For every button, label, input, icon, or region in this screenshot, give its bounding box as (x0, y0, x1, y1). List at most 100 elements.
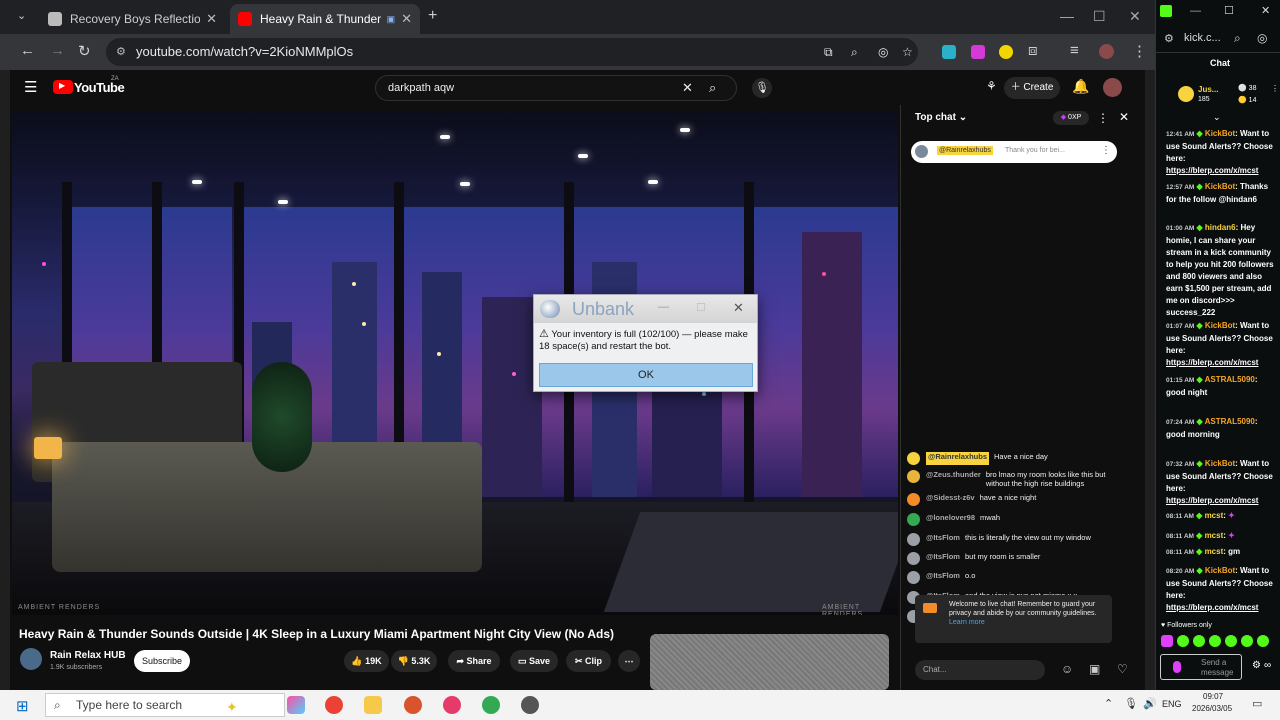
pinned-message[interactable]: @Rainrelaxhubs Thank you for bei... ⋮ (911, 141, 1117, 163)
reload-icon[interactable]: ↻ (78, 42, 91, 60)
message-link[interactable]: https://blerp.com/x/mcst (1166, 496, 1258, 505)
top-chat-dropdown[interactable]: Top chat ⌄ (915, 112, 967, 123)
kick-chat-message[interactable]: 08:11 AM ◆ mcst: ✦ (1166, 510, 1278, 523)
kick-url[interactable]: kick.c... (1184, 32, 1221, 44)
close-dialog-icon[interactable]: ✕ (733, 300, 744, 316)
kick-chat-message[interactable]: 01:07 AM ◆ KickBot: Want to use Sound Al… (1166, 320, 1278, 369)
message-username[interactable]: KickBot (1205, 129, 1235, 138)
tab-heavy-rain[interactable]: Heavy Rain & Thunder Sou ▣ ✕ (230, 4, 420, 34)
emote-icon[interactable] (1257, 635, 1269, 647)
xp-badge[interactable]: ◆ 0XP (1053, 111, 1089, 125)
chat-input[interactable]: Chat... (915, 660, 1045, 680)
message-username[interactable]: KickBot (1205, 321, 1235, 330)
kick-chat-message[interactable]: 07:32 AM ◆ KickBot: Want to use Sound Al… (1166, 458, 1278, 507)
kick-chat-message[interactable]: 07:24 AM ◆ ASTRAL5090: good morning (1166, 416, 1278, 441)
close-window-icon[interactable]: ✕ (1129, 8, 1141, 25)
tray-expand-icon[interactable]: ⌃ (1104, 697, 1113, 710)
minimize-icon[interactable]: — (1190, 5, 1201, 17)
chat-author[interactable]: @ItsFlom (926, 571, 960, 584)
avatar[interactable] (907, 571, 920, 584)
message-username[interactable]: mcst (1205, 531, 1224, 540)
learn-more-link[interactable]: Learn more (949, 619, 985, 626)
tab-recovery-boys[interactable]: Recovery Boys Reflection ✕ (40, 4, 225, 34)
message-username[interactable]: ASTRAL5090 (1205, 417, 1255, 426)
chat-author[interactable]: @lonelover98 (926, 513, 975, 526)
emote-bar[interactable] (1161, 635, 1275, 647)
eye-off-icon[interactable]: ◎ (1257, 31, 1267, 45)
emote-icon[interactable] (1241, 635, 1253, 647)
related-video-thumbnail[interactable] (650, 634, 889, 690)
chat-message[interactable]: @Zeus.thunder bro lmao my room looks like… (907, 470, 1122, 488)
clock-time[interactable]: 09:07 (1203, 692, 1223, 701)
dislike-button[interactable]: 👎 5.3K (391, 650, 437, 672)
bookmark-star-icon[interactable]: ☆ (902, 38, 913, 66)
clear-search-icon[interactable]: ✕ (682, 76, 693, 100)
media-icon[interactable]: ≡ (1070, 42, 1079, 59)
maximize-icon[interactable]: ☐ (696, 301, 706, 314)
account-avatar[interactable] (1103, 78, 1122, 97)
kick-chat-message[interactable]: 01:00 AM ◆ hindan6: Hey homie, I can sha… (1166, 222, 1278, 319)
channel-name[interactable]: Rain Relax HUB (50, 650, 126, 661)
avatar[interactable] (907, 493, 920, 506)
pinned-user[interactable]: Jus... (1198, 85, 1218, 94)
close-chat-icon[interactable]: ✕ (1119, 110, 1129, 124)
chat-message[interactable]: @Sidesst-z6v have a nice night (907, 493, 1122, 506)
file-explorer-icon[interactable] (364, 696, 382, 714)
kick-chat-message[interactable]: 08:11 AM ◆ mcst: gm (1166, 546, 1278, 559)
close-tab-icon[interactable]: ✕ (206, 11, 217, 27)
emoji-icon[interactable]: ∞ (1264, 660, 1271, 671)
search-input[interactable]: darkpath aqw ✕ ⌕ (375, 75, 737, 101)
emote-icon[interactable] (1225, 635, 1237, 647)
search-icon[interactable]: ⌕ (709, 76, 716, 100)
extension-3-icon[interactable] (999, 45, 1013, 59)
chat-author[interactable]: @ItsFlom (926, 552, 960, 565)
youtube-logo-text[interactable]: YouTube (74, 80, 125, 95)
app-icon[interactable] (443, 696, 461, 714)
install-icon[interactable]: ⧉ (824, 38, 833, 66)
minimize-icon[interactable]: — (658, 301, 669, 313)
cast-icon[interactable]: ⚘ (986, 79, 997, 93)
hamburger-menu-icon[interactable]: ☰ (24, 78, 37, 96)
windows-start-icon[interactable]: ⊞ (16, 697, 29, 715)
avatar[interactable] (907, 533, 920, 546)
pinned-menu-icon[interactable]: ⋮ (1101, 145, 1111, 156)
save-button[interactable]: ▭ Save (510, 650, 558, 672)
like-button[interactable]: 👍 19K (344, 650, 389, 672)
eye-off-icon[interactable]: ◎ (878, 38, 888, 66)
message-username[interactable]: KickBot (1205, 459, 1235, 468)
zoom-icon[interactable]: ⌕ (851, 38, 858, 66)
kick-chat-message[interactable]: 01:15 AM ◆ ASTRAL5090: good night (1166, 374, 1278, 399)
avatar[interactable] (907, 470, 920, 483)
ok-button[interactable]: OK (539, 363, 753, 387)
chat-message[interactable]: @ItsFlom this is literally the view out m… (907, 533, 1122, 546)
settings-icon[interactable]: ⚙ (1252, 660, 1261, 671)
kick-chat-message[interactable]: 08:20 AM ◆ KickBot: Want to use Sound Al… (1166, 565, 1278, 614)
menu-kebab-icon[interactable]: ⋮ (1132, 42, 1147, 60)
super-chat-icon[interactable]: ▣ (1089, 662, 1100, 676)
message-link[interactable]: https://blerp.com/x/mcst (1166, 166, 1258, 175)
address-bar[interactable]: ⚙ youtube.com/watch?v=2KioNMMplOs ⧉ ⌕ ◎ … (106, 38, 918, 66)
heart-icon[interactable]: ♡ (1117, 662, 1128, 676)
chat-message[interactable]: @ItsFlom but my room is smaller (907, 552, 1122, 565)
channel-avatar[interactable] (20, 648, 42, 670)
site-info-icon[interactable]: ⚙ (116, 38, 126, 66)
extension-2-icon[interactable] (971, 45, 985, 59)
message-username[interactable]: mcst (1205, 547, 1224, 556)
emote-icon[interactable] (1193, 635, 1205, 647)
message-username[interactable]: KickBot (1205, 566, 1235, 575)
message-username[interactable]: mcst (1205, 511, 1224, 520)
close-tab-icon[interactable]: ✕ (401, 11, 412, 27)
chrome-icon[interactable] (325, 696, 343, 714)
create-button[interactable]: ＋ Create (1004, 77, 1060, 99)
extensions-puzzle-icon[interactable]: ⧈ (1028, 42, 1038, 59)
clip-button[interactable]: ✂ Clip (566, 650, 611, 672)
chat-author[interactable]: @Rainrelaxhubs (926, 452, 989, 465)
maximize-icon[interactable]: ☐ (1093, 8, 1106, 25)
site-settings-icon[interactable]: ⚙ (1164, 32, 1174, 45)
voice-search-mic-icon[interactable]: 🎙 (752, 78, 772, 98)
pin-menu-icon[interactable]: ⋮ (1271, 84, 1279, 93)
emote-icon[interactable] (1161, 635, 1173, 647)
chat-author[interactable]: @Zeus.thunder (926, 470, 981, 488)
expand-icon[interactable]: ⌄ (1213, 112, 1221, 123)
message-link[interactable]: https://blerp.com/x/mcst (1166, 603, 1258, 612)
